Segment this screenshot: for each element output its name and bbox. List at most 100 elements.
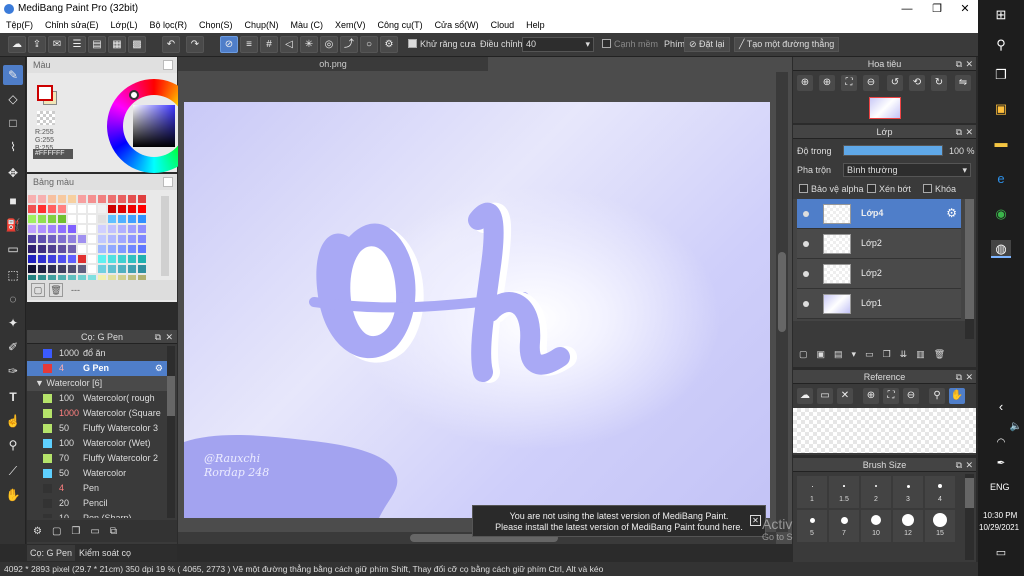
palette-swatch[interactable] [27, 224, 37, 234]
palette-swatch[interactable] [47, 204, 57, 214]
palette-swatch[interactable] [107, 204, 117, 214]
palette-swatch[interactable] [117, 214, 127, 224]
palette-swatch[interactable] [37, 224, 47, 234]
snap-ellipse-icon[interactable]: ○ [360, 36, 378, 53]
maximize-button[interactable]: ❐ [922, 0, 952, 18]
panel-popout-icon[interactable]: ⧉ [956, 370, 962, 384]
brush-item[interactable]: 1000 đổ ăn [27, 346, 167, 361]
palette-swatch[interactable] [57, 214, 67, 224]
palette-swatch[interactable] [137, 234, 147, 244]
chevron-left-icon[interactable]: ‹ [991, 398, 1011, 416]
palette-swatch[interactable] [27, 214, 37, 224]
brush-tool-icon[interactable]: ✎ [3, 65, 23, 85]
palette-swatch[interactable] [137, 214, 147, 224]
palette-swatch[interactable] [27, 264, 37, 274]
brush-new-icon[interactable]: ▢ [52, 526, 61, 537]
store-icon[interactable]: ▣ [991, 100, 1011, 118]
eyedropper-tool-icon[interactable]: ⚲ [3, 435, 23, 455]
palette-swatch[interactable] [37, 234, 47, 244]
palette-swatch[interactable] [87, 264, 97, 274]
trash-icon[interactable]: 🗑 [49, 283, 63, 297]
task-view-icon[interactable]: ❐ [991, 66, 1011, 84]
zoom-in-icon[interactable]: ⊕ [797, 75, 813, 91]
palette-swatch[interactable] [127, 224, 137, 234]
palette-swatch[interactable] [57, 194, 67, 204]
palette-swatch[interactable] [77, 204, 87, 214]
palette-swatch[interactable] [67, 254, 77, 264]
zoom-icon[interactable]: ⊕ [819, 75, 835, 91]
palette-swatch[interactable] [117, 234, 127, 244]
zoom-out-icon[interactable]: ⊖ [903, 388, 919, 404]
eye-icon[interactable] [803, 211, 809, 217]
merge-layer-icon[interactable]: ⇊ [900, 349, 908, 360]
palette-swatch[interactable] [127, 204, 137, 214]
palette-swatch[interactable] [77, 264, 87, 274]
palette-swatch[interactable] [77, 194, 87, 204]
medibang-taskbar-icon[interactable]: ◍ [991, 240, 1011, 258]
layer-row[interactable]: Lớp4 ⚙ [797, 199, 961, 229]
palette-swatch[interactable] [47, 254, 57, 264]
menu-cloud[interactable]: Cloud [485, 18, 521, 33]
palette-swatch[interactable] [127, 244, 137, 254]
palette-swatch[interactable] [57, 244, 67, 254]
palette-scrollbar[interactable] [161, 196, 169, 276]
layer-row[interactable]: Lớp2 [797, 259, 961, 289]
palette-swatch[interactable] [97, 204, 107, 214]
brush-scrollbar[interactable] [167, 346, 175, 518]
palette-swatch[interactable] [47, 234, 57, 244]
palette-swatch[interactable] [37, 214, 47, 224]
menu-help[interactable]: Help [520, 18, 551, 33]
select-tool-icon[interactable]: ⬚ [3, 265, 23, 285]
gradient-tool-icon[interactable]: ▭ [3, 239, 23, 259]
select-eraser-tool-icon[interactable]: ✑ [3, 361, 23, 381]
document-tab[interactable]: oh.png [178, 57, 488, 71]
brush-copy-icon[interactable]: ❐ [71, 526, 80, 537]
snap-vanish-icon[interactable]: ◁ [280, 36, 298, 53]
brush-item[interactable]: 20 Pencil [27, 496, 167, 511]
palette-swatch[interactable] [97, 234, 107, 244]
app-green-icon[interactable]: ◉ [991, 205, 1011, 223]
palette-swatch[interactable] [47, 244, 57, 254]
transparent-swatch[interactable] [37, 111, 55, 125]
edge-icon[interactable]: e [991, 170, 1011, 188]
brush-scroll-thumb[interactable] [167, 376, 175, 416]
palette-swatch[interactable] [117, 254, 127, 264]
brush-size-cell[interactable]: 7 [829, 510, 859, 542]
pages-icon[interactable]: ▦ [108, 36, 126, 53]
snap-radial-icon[interactable]: ✳ [300, 36, 318, 53]
menu-view[interactable]: Xem(V) [329, 18, 372, 33]
palette-swatch[interactable] [107, 214, 117, 224]
reference-viewport[interactable] [793, 408, 976, 453]
palette-swatch[interactable] [57, 254, 67, 264]
palette-swatch[interactable] [87, 244, 97, 254]
palette-swatch[interactable] [137, 264, 147, 274]
primary-color-swatch[interactable] [37, 85, 53, 101]
palette-swatch[interactable] [67, 264, 77, 274]
palette-swatch[interactable] [47, 264, 57, 274]
palette-swatch[interactable] [137, 194, 147, 204]
panel-close-icon[interactable] [163, 177, 173, 187]
palette-swatch[interactable] [137, 224, 147, 234]
layer-row[interactable]: Lớp2 [797, 229, 961, 259]
blend-dropdown[interactable]: Bình thường ▾ [843, 163, 971, 177]
opacity-slider[interactable] [843, 145, 943, 156]
brush-item[interactable]: 10 Pen (Sharp) [27, 511, 167, 518]
magic-wand-tool-icon[interactable]: ✦ [3, 313, 23, 333]
palette-swatch[interactable] [117, 204, 127, 214]
palette-swatch[interactable] [27, 194, 37, 204]
brush-folder-icon[interactable]: ▭ [90, 526, 99, 537]
reset-button[interactable]: ⊘ Đặt lại [684, 37, 730, 52]
palette-swatch[interactable] [107, 194, 117, 204]
vertical-scroll-thumb[interactable] [778, 252, 786, 332]
rectangle-tool-icon[interactable]: □ [3, 113, 23, 133]
eye-icon[interactable] [803, 271, 809, 277]
fill-rect-tool-icon[interactable]: ■ [3, 191, 23, 211]
palette-swatch[interactable] [47, 194, 57, 204]
brush-size-cell[interactable]: 3 [893, 476, 923, 508]
palette-swatch[interactable] [37, 254, 47, 264]
clipping-checkbox[interactable]: Xén bớt [867, 184, 911, 194]
zoom-out-icon[interactable]: ⊖ [863, 75, 879, 91]
new-halftone-layer-icon[interactable]: ▣ [817, 349, 826, 360]
smooth-checkbox[interactable]: Cạnh mềm [602, 39, 658, 49]
menu-edit[interactable]: Chỉnh sửa(E) [39, 18, 105, 33]
